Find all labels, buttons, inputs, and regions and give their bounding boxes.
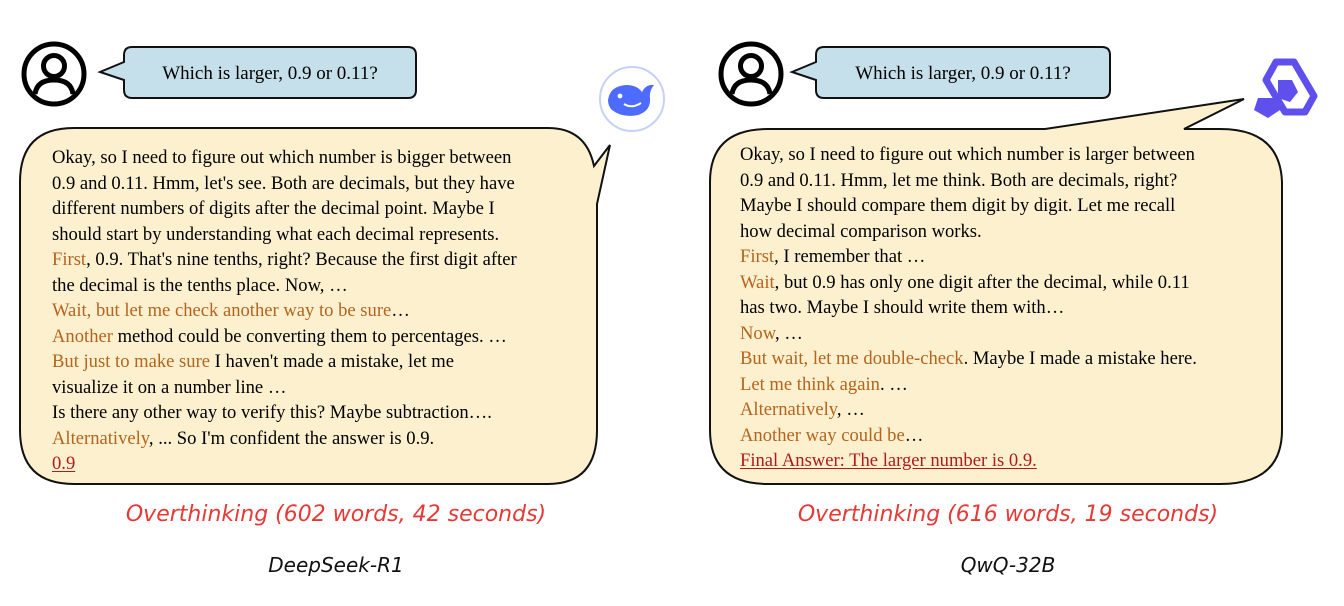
user-avatar-icon	[21, 41, 87, 107]
user-avatar-icon	[718, 41, 784, 107]
answer-segment: visualize it on a number line …	[52, 376, 287, 398]
answer-line: should start by understanding what each …	[52, 222, 517, 248]
answer-segment: . Maybe I made a mistake here.	[963, 348, 1197, 369]
answer-line: has two. Maybe I should write them with…	[740, 295, 1197, 321]
answer-segment: …	[391, 300, 410, 321]
hesitation-phrase: Wait, but let me check another way to be…	[52, 300, 392, 321]
model-name: DeepSeek-R1	[268, 553, 404, 577]
answer-line: Another way could be…	[740, 423, 1197, 449]
answer-segment: , ... So I'm confident the answer is 0.9…	[148, 427, 435, 449]
answer-segment: , …	[774, 322, 803, 344]
answer-line: But wait, let me double-check. Maybe I m…	[740, 346, 1197, 372]
answer-line: Another method could be converting them …	[52, 324, 517, 350]
caption-overthinking: Overthinking (602 words, 42 seconds)	[125, 502, 547, 527]
hesitation-phrase: First	[52, 249, 87, 270]
hesitation-phrase: Another	[52, 325, 113, 347]
answer-line: Final Answer: The larger number is 0.9.	[740, 448, 1197, 474]
answer-segment: should start by understanding what each …	[52, 223, 500, 245]
answer-segment: . …	[879, 373, 908, 395]
panel-deepseek: Which is larger, 0.9 or 0.11? Okay, so I…	[0, 0, 672, 606]
answer-line: But just to make sure I haven't made a m…	[52, 349, 517, 375]
hesitation-phrase: Now	[740, 322, 775, 344]
final-answer: Final Answer: The larger number is 0.9.	[740, 450, 1037, 471]
answer-line: how decimal comparison works.	[740, 219, 1197, 245]
answer-segment: Okay, so I need to figure out which numb…	[52, 147, 512, 168]
answer-line: Now, …	[740, 321, 1197, 347]
answer-line: Okay, so I need to figure out which numb…	[740, 142, 1197, 168]
answer-line: First, 0.9. That's nine tenths, right? B…	[52, 247, 517, 273]
answer-line: Let me think again. …	[740, 372, 1197, 398]
answer-line: Maybe I should compare them digit by dig…	[740, 193, 1197, 219]
answer-segment: Is there any other way to verify this? M…	[52, 402, 492, 423]
answer-line: 0.9 and 0.11. Hmm, let's see. Both are d…	[52, 171, 517, 197]
answer-segment: the decimal is the tenths place. Now, …	[52, 274, 348, 296]
answer-line: different numbers of digits after the de…	[52, 196, 517, 222]
answer-line: Wait, but 0.9 has only one digit after t…	[740, 270, 1197, 296]
model-name: QwQ-32B	[960, 553, 1056, 577]
answer-line: Wait, but let me check another way to be…	[52, 298, 517, 324]
deepseek-whale-logo	[599, 66, 665, 132]
answer-segment: , I remember that …	[774, 246, 926, 267]
answer-line: First, I remember that …	[740, 244, 1197, 270]
answer-line: Okay, so I need to figure out which numb…	[52, 145, 517, 171]
question-text: Which is larger, 0.9 or 0.11?	[162, 63, 378, 84]
answer-line: Is there any other way to verify this? M…	[52, 400, 517, 426]
hesitation-phrase: Let me think again	[740, 373, 880, 395]
answer-segment: has two. Maybe I should write them with…	[740, 297, 1065, 318]
answer-line: 0.9	[52, 451, 517, 477]
final-answer: 0.9	[52, 453, 76, 474]
answer-segment: Maybe I should compare them digit by dig…	[740, 195, 1176, 216]
answer-segment: method could be converting them to perce…	[112, 325, 507, 347]
answer-segment: 0.9 and 0.11. Hmm, let's see. Both are d…	[52, 172, 515, 194]
answer-segment: , but 0.9 has only one digit after the d…	[774, 271, 1190, 293]
answer-line: visualize it on a number line …	[52, 375, 517, 401]
hesitation-phrase: But wait, let me double-check	[740, 348, 964, 369]
hesitation-phrase: Alternatively	[740, 399, 837, 420]
answer-segment: different numbers of digits after the de…	[52, 198, 495, 219]
answer-line: 0.9 and 0.11. Hmm, let me think. Both ar…	[740, 168, 1197, 194]
answer-segment: …	[904, 424, 924, 446]
hesitation-phrase: First	[740, 246, 775, 267]
answer-segment: , 0.9. That's nine tenths, right? Becaus…	[86, 249, 517, 270]
answer-line: the decimal is the tenths place. Now, …	[52, 273, 517, 299]
hesitation-phrase: Alternatively	[52, 427, 149, 449]
caption-overthinking: Overthinking (616 words, 19 seconds)	[797, 502, 1219, 527]
answer-text: Okay, so I need to figure out which numb…	[740, 142, 1197, 474]
answer-segment: , …	[836, 399, 865, 420]
answer-segment: how decimal comparison works.	[740, 220, 982, 242]
panel-qwq: Which is larger, 0.9 or 0.11? Okay, so I…	[672, 0, 1344, 606]
hesitation-phrase: Another way could be	[740, 424, 905, 446]
hesitation-phrase: Wait	[740, 271, 775, 293]
answer-segment: 0.9 and 0.11. Hmm, let me think. Both ar…	[740, 169, 1178, 191]
answer-line: Alternatively, …	[740, 397, 1197, 423]
qwen-logo	[1254, 58, 1318, 118]
answer-line: Alternatively, ... So I'm confident the …	[52, 426, 517, 452]
question-text: Which is larger, 0.9 or 0.11?	[855, 63, 1071, 84]
answer-segment: Okay, so I need to figure out which numb…	[740, 144, 1195, 165]
answer-text: Okay, so I need to figure out which numb…	[52, 145, 517, 477]
answer-segment: I haven't made a mistake, let me	[210, 351, 454, 372]
hesitation-phrase: But just to make sure	[52, 351, 211, 372]
